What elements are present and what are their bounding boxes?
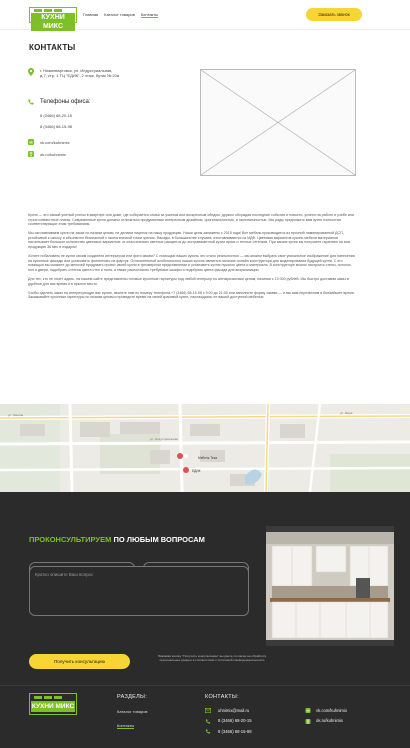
about-text: Кухня — это самый уютный уголок в кварти…: [28, 213, 358, 304]
page-title: КОНТАКТЫ: [29, 43, 76, 52]
vk-icon: vk: [28, 139, 34, 145]
consult-title-accent: ПРОКОНСУЛЬТИРУЕМ: [29, 535, 112, 544]
ok-icon: [28, 151, 34, 157]
vk-link[interactable]: vk.com/kuhnimix: [40, 140, 70, 145]
location-map[interactable]: ул. Ленина ул. Индустриальная Мебель Тек…: [0, 404, 410, 492]
order-call-button[interactable]: Заказать звонок: [306, 8, 362, 21]
about-paragraph: Мы изготавливаем кухни на заказ по низки…: [28, 231, 351, 250]
question-textarea[interactable]: Кратко опишите Ваш вопрос: [29, 566, 249, 616]
nav-contacts[interactable]: Контакты: [140, 12, 159, 18]
phone-icon: [205, 719, 211, 724]
footer-email[interactable]: uhnimix@mail.ru: [218, 708, 249, 713]
consult-title: ПРОКОНСУЛЬТИРУЕМ ПО ЛЮБЫМ ВОПРОСАМ: [29, 535, 205, 544]
ok-link[interactable]: ok.ru/kuhnimix: [40, 152, 66, 157]
about-paragraph: Чтобы сделать заказ на интересующую вас …: [28, 290, 355, 300]
location-pin-icon: [28, 68, 34, 76]
map-label: ЕДИК: [192, 469, 201, 473]
mail-icon: [205, 708, 211, 713]
map-canvas[interactable]: ул. Ленина ул. Индустриальная Мебель Тек…: [0, 404, 410, 492]
about-paragraph: Кухня — это самый уютный уголок в кварти…: [28, 213, 354, 227]
address-text: г. Нижневартовск, ул. Индустриальная, д.…: [40, 68, 120, 79]
svg-text:vk: vk: [29, 140, 33, 144]
footer-logo[interactable]: КУХНИ МИКС: [29, 693, 77, 715]
footer-sections-title: РАЗДЕЛЫ:: [117, 694, 148, 700]
phone-icon: [28, 99, 34, 105]
footer-logo-text: КУХНИ МИКС: [31, 701, 75, 712]
footer-phone-1[interactable]: 8 (3466) 68-20-15: [218, 718, 252, 723]
get-consultation-button[interactable]: Получить консультацию: [29, 654, 130, 669]
vk-icon: vk: [305, 708, 311, 713]
footer-vk-link[interactable]: vk.com/kuhnimix: [316, 708, 347, 713]
about-paragraph: Для тех, кто не хочет ждать, на нашем са…: [28, 277, 349, 286]
footer-link-contacts[interactable]: Контакты: [117, 723, 135, 729]
site-logo[interactable]: КУХНИ МИКС: [29, 7, 77, 31]
about-paragraph: Хотите побаловать не кухни своим создате…: [28, 254, 355, 272]
phone-icon: [205, 729, 211, 734]
office-phone-1[interactable]: 8 (3466) 68-20-15: [40, 113, 72, 118]
map-label: ул. Мира: [340, 411, 353, 415]
consult-title-rest: ПО ЛЮБЫМ ВОПРОСАМ: [113, 535, 205, 544]
ok-icon: [305, 719, 311, 724]
kitchen-image: [266, 526, 394, 646]
main-nav: Главная Каталог товаров Контакты: [83, 12, 159, 18]
privacy-note: Нажимая кнопку "Получить консультацию" в…: [157, 654, 267, 662]
office-phone-2[interactable]: 8 (3466) 68-15-98: [40, 124, 72, 129]
svg-text:vk: vk: [307, 709, 310, 713]
map-label: ул. Ленина: [8, 413, 23, 417]
map-label: ул. Индустриальная: [150, 437, 178, 441]
phones-title: Телефоны офиса:: [40, 99, 91, 105]
nav-catalog[interactable]: Каталог товаров: [104, 12, 135, 18]
footer-contacts-title: КОНТАКТЫ:: [205, 694, 239, 700]
footer-ok-link[interactable]: ok.ru/kuhnimix: [316, 718, 343, 723]
image-placeholder: [200, 69, 356, 176]
logo-text: КУХНИ МИКС: [31, 13, 75, 31]
map-label: Мебель Тека: [198, 456, 217, 460]
site-header: КУХНИ МИКС Главная Каталог товаров Конта…: [0, 0, 410, 31]
footer-phone-2[interactable]: 8 (3466) 68-15-98: [218, 729, 252, 734]
footer-link-catalog[interactable]: Каталог товаров: [117, 709, 148, 714]
nav-home[interactable]: Главная: [83, 12, 98, 18]
